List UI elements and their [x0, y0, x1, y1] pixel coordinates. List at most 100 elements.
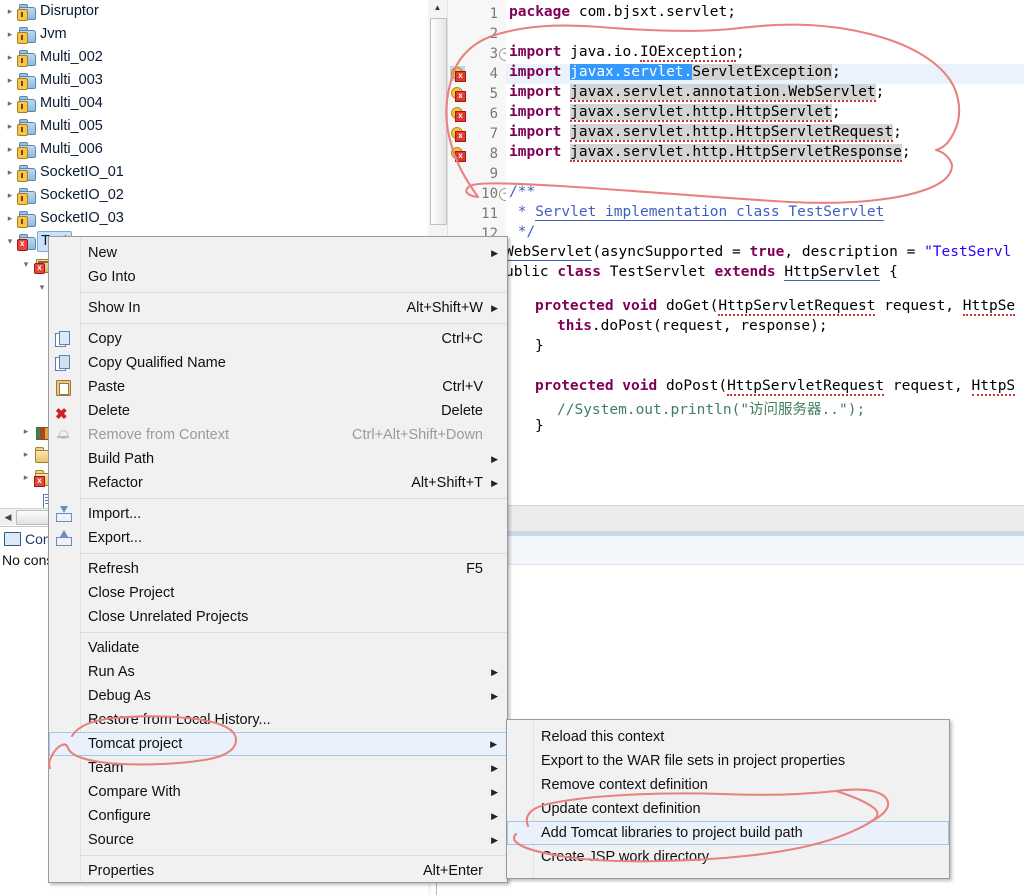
tree-item-jvm[interactable]: ▸ Jvm — [0, 23, 428, 46]
menu-item-source[interactable]: Source ▶ — [49, 828, 507, 852]
menu-item-accelerator: F5 — [466, 561, 483, 577]
tree-item-multi_002[interactable]: ▸ Multi_002 — [0, 46, 428, 69]
menu-item-label: Refactor — [88, 475, 143, 491]
menu-item-delete[interactable]: ✖ Delete Delete — [49, 399, 507, 423]
tree-expand-arrow-icon[interactable]: ▸ — [20, 443, 32, 466]
menu-item-label: New — [88, 245, 118, 261]
menu-item-tomcat-project[interactable]: Tomcat project ▶ — [49, 732, 507, 756]
menu-item-refactor[interactable]: Refactor Alt+Shift+T ▶ — [49, 471, 507, 495]
tree-expand-arrow-icon[interactable]: ▸ — [4, 69, 16, 92]
tree-expand-arrow-icon[interactable]: ▸ — [20, 420, 32, 443]
menu-item-copy[interactable]: Copy Ctrl+C — [49, 327, 507, 351]
code-line[interactable]: } — [535, 418, 544, 434]
menu-item-properties[interactable]: Properties Alt+Enter — [49, 859, 507, 883]
tree-item-socketio_01[interactable]: ▸ SocketIO_01 — [0, 161, 428, 184]
code-line[interactable]: import javax.servlet.ServletException; — [509, 64, 841, 80]
submenu-arrow-icon: ▶ — [491, 303, 498, 313]
code-line[interactable]: ublic class TestServlet extends HttpServ… — [505, 264, 898, 281]
menu-separator — [80, 855, 507, 856]
tree-expand-arrow-icon[interactable]: ▾ — [36, 276, 48, 299]
tree-item-disruptor[interactable]: ▸ Disruptor — [0, 0, 428, 23]
error-marker-icon[interactable]: x — [450, 106, 466, 122]
tree-expand-arrow-icon[interactable]: ▸ — [4, 0, 16, 23]
tree-expand-arrow-icon[interactable]: ▸ — [4, 115, 16, 138]
menu-item-import[interactable]: Import... — [49, 502, 507, 526]
menu-item-label: Source — [88, 832, 134, 848]
code-line[interactable]: */ — [509, 224, 535, 240]
submenu-item-create-jsp-work-directory[interactable]: Create JSP work directory — [507, 845, 949, 869]
code-line[interactable]: import javax.servlet.http.HttpServlet; — [509, 104, 841, 122]
code-line[interactable]: import javax.servlet.http.HttpServletRes… — [509, 144, 911, 162]
code-line[interactable]: WebServlet(asyncSupported = true, descri… — [505, 244, 1011, 261]
menu-item-team[interactable]: Team ▶ — [49, 756, 507, 780]
code-line[interactable]: package com.bjsxt.servlet; — [509, 4, 736, 20]
submenu-item-remove-context-definition[interactable]: Remove context definition — [507, 773, 949, 797]
tree-expand-arrow-icon[interactable]: ▸ — [4, 23, 16, 46]
menu-item-close-unrelated-projects[interactable]: Close Unrelated Projects — [49, 605, 507, 629]
code-line[interactable]: * Servlet implementation class TestServl… — [509, 204, 885, 221]
menu-item-paste[interactable]: Paste Ctrl+V — [49, 375, 507, 399]
menu-item-restore-from-local-history[interactable]: Restore from Local History... — [49, 708, 507, 732]
tree-expand-arrow-icon[interactable]: ▾ — [4, 230, 16, 253]
error-marker-icon[interactable]: x — [450, 66, 466, 82]
tree-item-multi_005[interactable]: ▸ Multi_005 — [0, 115, 428, 138]
tree-expand-arrow-icon[interactable]: ▾ — [20, 253, 32, 276]
scroll-up-arrow-icon[interactable]: ▲ — [431, 2, 444, 14]
menu-item-copy-qualified-name[interactable]: Copy Qualified Name — [49, 351, 507, 375]
tree-item-multi_006[interactable]: ▸ Multi_006 — [0, 138, 428, 161]
menu-item-run-as[interactable]: Run As ▶ — [49, 660, 507, 684]
menu-item-compare-with[interactable]: Compare With ▶ — [49, 780, 507, 804]
code-line[interactable]: protected void doPost(HttpServletRequest… — [535, 378, 1016, 396]
menu-item-export[interactable]: Export... — [49, 526, 507, 550]
submenu-arrow-icon: ▶ — [491, 835, 498, 845]
code-line[interactable]: protected void doGet(HttpServletRequest … — [535, 298, 1016, 316]
tomcat-project-submenu[interactable]: Reload this context Export to the WAR fil… — [506, 719, 950, 879]
menu-item-accelerator: Delete — [441, 403, 483, 419]
menu-item-new[interactable]: New ▶ — [49, 241, 507, 265]
code-line[interactable]: /** — [509, 184, 535, 200]
tree-expand-arrow-icon[interactable]: ▸ — [4, 46, 16, 69]
code-line[interactable]: import javax.servlet.http.HttpServletReq… — [509, 124, 902, 142]
menu-item-build-path[interactable]: Build Path ▶ — [49, 447, 507, 471]
tree-expand-arrow-icon[interactable]: ▸ — [20, 466, 32, 489]
menu-item-label: Run As — [88, 664, 135, 680]
editor-code-area[interactable]: package com.bjsxt.servlet; import java.io… — [505, 0, 1024, 505]
tree-expand-arrow-icon[interactable]: ▸ — [4, 92, 16, 115]
code-line[interactable]: //System.out.println("访问服务器.."); — [557, 398, 865, 419]
code-line[interactable]: import javax.servlet.annotation.WebServl… — [509, 84, 884, 102]
code-line[interactable]: } — [535, 338, 544, 354]
error-marker-icon[interactable]: x — [450, 146, 466, 162]
tree-item-multi_004[interactable]: ▸ Multi_004 — [0, 92, 428, 115]
tree-expand-arrow-icon[interactable]: ▸ — [4, 138, 16, 161]
code-line[interactable]: this.doPost(request, response); — [557, 318, 828, 334]
tree-expand-arrow-icon[interactable]: ▸ — [4, 161, 16, 184]
tree-expand-arrow-icon[interactable]: ▸ — [4, 207, 16, 230]
delete-icon: ✖ — [55, 406, 68, 423]
tree-item-multi_003[interactable]: ▸ Multi_003 — [0, 69, 428, 92]
error-marker-icon[interactable]: x — [450, 126, 466, 142]
menu-item-go-into[interactable]: Go Into — [49, 265, 507, 289]
menu-item-debug-as[interactable]: Debug As ▶ — [49, 684, 507, 708]
submenu-item-update-context-definition[interactable]: Update context definition — [507, 797, 949, 821]
menu-item-remove-from-context[interactable]: Remove from Context Ctrl+Alt+Shift+Down — [49, 423, 507, 447]
menu-item-close-project[interactable]: Close Project — [49, 581, 507, 605]
tree-item-label: Multi_003 — [40, 72, 103, 88]
editor-scrollbar-thumb[interactable] — [430, 18, 447, 225]
submenu-arrow-icon: ▶ — [490, 739, 497, 749]
java-code-editor[interactable]: ▲ xxxxx 123−45678910−1112▸▸ package com.… — [428, 0, 1024, 505]
tree-item-socketio_03[interactable]: ▸ SocketIO_03 — [0, 207, 428, 230]
tree-expand-arrow-icon[interactable]: ▸ — [4, 184, 16, 207]
submenu-item-reload-this-context[interactable]: Reload this context — [507, 725, 949, 749]
menu-item-validate[interactable]: Validate — [49, 636, 507, 660]
scroll-left-arrow-icon[interactable]: ◀ — [2, 511, 14, 523]
code-line[interactable]: import java.io.IOException; — [509, 44, 745, 62]
error-marker-icon[interactable]: x — [450, 86, 466, 102]
submenu-item-export-to-the-war-file-sets-in-project-properties[interactable]: Export to the WAR file sets in project p… — [507, 749, 949, 773]
menu-item-configure[interactable]: Configure ▶ — [49, 804, 507, 828]
submenu-item-add-tomcat-libraries-to-project-build-path[interactable]: Add Tomcat libraries to project build pa… — [507, 821, 949, 845]
tree-item-socketio_02[interactable]: ▸ SocketIO_02 — [0, 184, 428, 207]
line-number-row: 5 — [468, 84, 506, 104]
menu-item-refresh[interactable]: Refresh F5 — [49, 557, 507, 581]
menu-item-show-in[interactable]: Show In Alt+Shift+W ▶ — [49, 296, 507, 320]
project-context-menu[interactable]: New ▶ Go Into Show In Alt+Shift+W ▶ Copy Ctrl+C… — [48, 236, 508, 883]
